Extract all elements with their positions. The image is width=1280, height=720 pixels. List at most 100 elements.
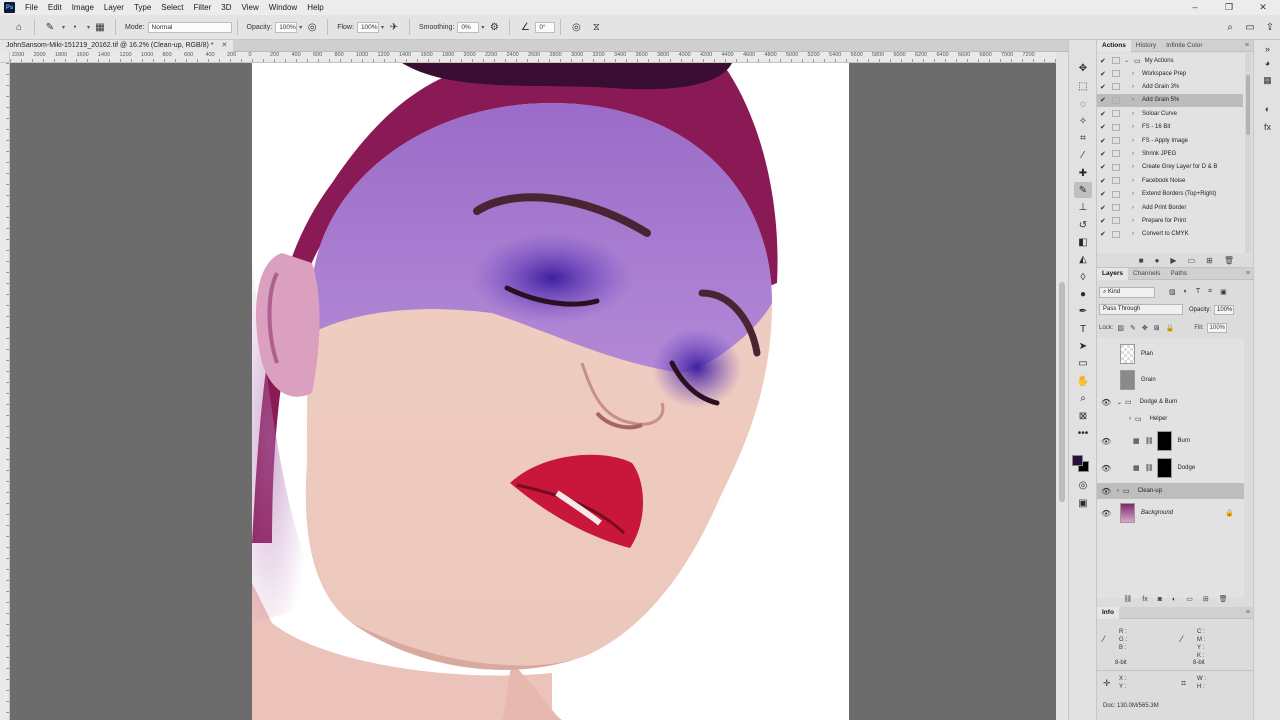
mode-select[interactable]: Normal: [147, 21, 232, 33]
frame-tool-icon[interactable]: ⊠: [1074, 408, 1092, 424]
smart-object-filter-icon[interactable]: ▣: [1220, 288, 1227, 296]
menu-help[interactable]: Help: [302, 0, 328, 15]
layer-group-row-selected[interactable]: 👁 › ▭ Clean-up: [1097, 483, 1244, 499]
layer-row[interactable]: 👁 ▦ ⛓ Dodge: [1097, 455, 1244, 481]
dialog-toggle[interactable]: [1112, 83, 1120, 91]
kind-filter-select[interactable]: ⌕ Kind: [1099, 286, 1155, 298]
link-layers-icon[interactable]: ⛓: [1123, 595, 1132, 603]
collapse-icon[interactable]: »: [1261, 42, 1274, 55]
layer-group-row[interactable]: 👁 › ▭ Helper: [1097, 411, 1244, 427]
check-icon[interactable]: ✔: [1100, 110, 1108, 118]
check-icon[interactable]: ✔: [1100, 190, 1108, 198]
pressure-size-icon[interactable]: ◎: [569, 20, 583, 34]
trash-icon[interactable]: 🗑: [1224, 256, 1234, 265]
check-icon[interactable]: ✔: [1100, 177, 1108, 185]
menu-select[interactable]: Select: [156, 0, 188, 15]
lock-all-icon[interactable]: 🔒: [1166, 324, 1175, 332]
chevron-down-icon[interactable]: ▾: [381, 24, 384, 31]
action-item[interactable]: ✔ › Add Grain 5%: [1097, 93, 1243, 107]
angle-field[interactable]: 0°: [535, 21, 556, 33]
actions-scrollbar[interactable]: [1245, 53, 1251, 253]
eyedropper-icon[interactable]: ⁄: [1074, 147, 1092, 163]
dialog-toggle[interactable]: [1112, 137, 1120, 144]
paint-bucket-icon[interactable]: ◭: [1074, 251, 1092, 267]
color-panel-icon[interactable]: ◕: [1261, 56, 1274, 69]
chevron-right-icon[interactable]: ›: [1132, 178, 1140, 184]
brush-preset-icon[interactable]: ✎: [43, 20, 57, 34]
screen-mode-icon[interactable]: ▣: [1074, 495, 1092, 511]
check-icon[interactable]: ✔: [1100, 70, 1108, 78]
play-icon[interactable]: ▶: [1170, 256, 1176, 265]
dialog-toggle[interactable]: [1112, 177, 1120, 185]
layer-row[interactable]: 👁 Background 🔒: [1097, 501, 1244, 525]
visibility-eye-icon[interactable]: 👁: [1101, 487, 1111, 496]
document-tab[interactable]: JohnSansom-Miki-151219_20162.tif @ 16.2%…: [0, 40, 234, 52]
menu-layer[interactable]: Layer: [99, 0, 129, 15]
chevron-right-icon[interactable]: ›: [1129, 416, 1131, 422]
dialog-toggle[interactable]: [1112, 70, 1120, 77]
dialog-toggle[interactable]: [1112, 96, 1120, 104]
smoothing-field[interactable]: 0%: [457, 21, 480, 33]
brush-settings-icon[interactable]: ▦: [93, 20, 107, 34]
check-icon[interactable]: ✔: [1100, 57, 1108, 65]
vertical-scrollbar[interactable]: [1056, 52, 1068, 720]
menu-window[interactable]: Window: [264, 0, 302, 15]
chevron-right-icon[interactable]: ›: [1132, 84, 1140, 90]
chevron-right-icon[interactable]: ›: [1132, 111, 1140, 117]
menu-type[interactable]: Type: [129, 0, 156, 15]
restore-button[interactable]: ❐: [1212, 0, 1246, 15]
check-icon[interactable]: ✔: [1100, 204, 1108, 212]
link-icon[interactable]: ⛓: [1145, 437, 1154, 445]
lasso-tool-icon[interactable]: ◌: [1074, 96, 1092, 112]
check-icon[interactable]: ✔: [1100, 137, 1108, 145]
new-action-icon[interactable]: ⊞: [1206, 256, 1213, 265]
marquee-tool-icon[interactable]: ⬚: [1074, 78, 1092, 94]
move-tool-icon[interactable]: ✥: [1074, 60, 1092, 76]
pen-tool-icon[interactable]: ✒: [1074, 303, 1092, 319]
panel-menu-icon[interactable]: ≡: [1246, 270, 1250, 277]
tab-paths[interactable]: Paths: [1165, 268, 1192, 280]
chevron-down-icon[interactable]: ▾: [62, 24, 65, 31]
history-brush-icon[interactable]: ↺: [1074, 217, 1092, 233]
document-canvas[interactable]: [252, 63, 849, 720]
chevron-down-icon[interactable]: ▾: [87, 24, 90, 31]
action-item[interactable]: ✔ › Facebook Noise: [1097, 174, 1243, 187]
healing-brush-icon[interactable]: ✚: [1074, 165, 1092, 181]
vertical-ruler[interactable]: [0, 63, 10, 720]
action-item[interactable]: ✔ › Convert to CMYK: [1097, 228, 1243, 241]
symmetry-icon[interactable]: ⧖: [589, 20, 603, 34]
chevron-right-icon[interactable]: ›: [1132, 218, 1140, 224]
fx-icon[interactable]: fx: [1142, 596, 1147, 603]
tab-channels[interactable]: Channels: [1128, 268, 1165, 280]
eraser-icon[interactable]: ◧: [1074, 234, 1092, 250]
record-icon[interactable]: ●: [1155, 256, 1160, 265]
action-item[interactable]: ✔ › Extend Borders (Top+Right): [1097, 188, 1243, 201]
lock-artboard-icon[interactable]: ⊠: [1154, 324, 1160, 332]
layer-opacity-field[interactable]: 100%: [1214, 304, 1235, 315]
menu-edit[interactable]: Edit: [43, 0, 67, 15]
swatches-icon[interactable]: ▦: [1261, 74, 1274, 87]
menu-view[interactable]: View: [237, 0, 264, 15]
stop-icon[interactable]: ■: [1139, 256, 1144, 265]
check-icon[interactable]: ✔: [1100, 163, 1108, 171]
chevron-down-icon[interactable]: ⌄: [1117, 399, 1122, 406]
dialog-toggle[interactable]: [1112, 110, 1120, 118]
share-icon[interactable]: ⇪: [1263, 20, 1277, 34]
blend-mode-select[interactable]: Pass Through: [1099, 304, 1183, 315]
check-icon[interactable]: ✔: [1100, 150, 1108, 158]
chevron-right-icon[interactable]: ›: [1132, 124, 1140, 130]
dialog-toggle[interactable]: [1112, 217, 1120, 225]
tab-history[interactable]: History: [1131, 40, 1161, 52]
action-item[interactable]: ✔ › Shrink JPEG: [1097, 147, 1243, 160]
dialog-toggle[interactable]: [1112, 230, 1120, 238]
chevron-right-icon[interactable]: ›: [1117, 488, 1119, 494]
chevron-right-icon[interactable]: ›: [1132, 205, 1140, 211]
airbrush-icon[interactable]: ✈: [387, 20, 401, 34]
layer-mask-thumbnail[interactable]: [1156, 431, 1172, 451]
trash-icon[interactable]: 🗑: [1219, 595, 1228, 603]
dialog-toggle[interactable]: [1112, 163, 1120, 171]
foreground-color-swatch[interactable]: [1072, 455, 1083, 466]
action-set-row[interactable]: ✔ ⌄ ▭ My Actions: [1097, 54, 1243, 67]
close-icon[interactable]: ✕: [221, 42, 227, 49]
styles-fx-icon[interactable]: fx: [1261, 120, 1274, 133]
